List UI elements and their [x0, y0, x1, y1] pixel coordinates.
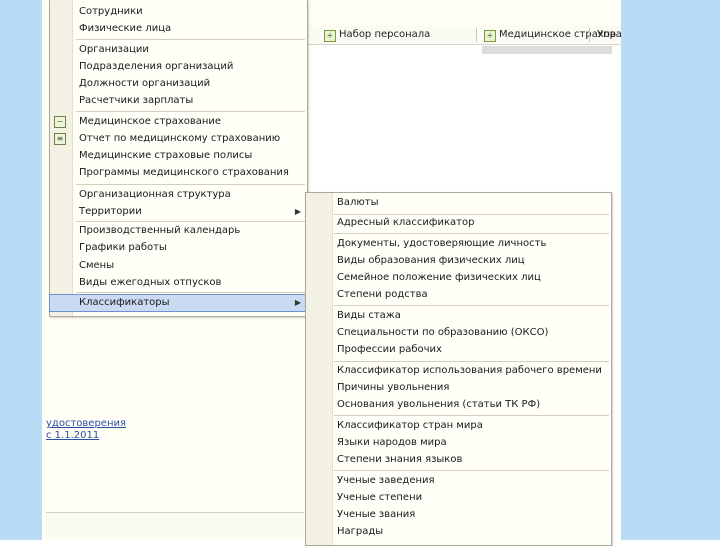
main-menu: Сотрудники Физические лица Организации П…	[49, 0, 308, 317]
background-links: удостоверения с 1.1.2011	[46, 418, 126, 442]
submenu-item-address-classifier[interactable]: Адресный классификатор	[306, 215, 611, 231]
toolbar-item-recruitment[interactable]: + Набор персонала	[324, 29, 430, 42]
menu-item-org-structure[interactable]: Организационная структура	[50, 187, 307, 203]
menu-item-territories[interactable]: Территории ▶	[50, 204, 307, 220]
submenu-item-educational-institutions[interactable]: Ученые заведения	[306, 473, 611, 489]
background-bottom-panel	[46, 512, 304, 540]
right-margin	[621, 0, 720, 540]
submenu-item-academic-degrees[interactable]: Ученые степени	[306, 490, 611, 506]
left-margin	[0, 0, 42, 540]
submenu-item-countries-classifier[interactable]: Классификатор стран мира	[306, 418, 611, 434]
menu-item-individuals[interactable]: Физические лица	[50, 21, 307, 37]
report-icon: ≡	[54, 133, 66, 145]
menu-item-employees[interactable]: Сотрудники	[50, 4, 307, 20]
menu-item-organizations[interactable]: Организации	[50, 42, 307, 58]
menu-item-insurance-programs[interactable]: Программы медицинского страхования	[50, 165, 307, 181]
submenu-item-dismissal-grounds[interactable]: Основания увольнения (статьи ТК РФ)	[306, 397, 611, 413]
menu-item-medical-insurance[interactable]: − Медицинское страхование	[50, 114, 307, 130]
submenu-item-education-specialties[interactable]: Специальности по образованию (ОКСО)	[306, 325, 611, 341]
background-link-2[interactable]: с 1.1.2011	[46, 430, 126, 442]
submenu-item-worker-professions[interactable]: Профессии рабочих	[306, 342, 611, 358]
menu-item-annual-leave-types[interactable]: Виды ежегодных отпусков	[50, 275, 307, 291]
submenu-item-id-documents[interactable]: Документы, удостоверяющие личность	[306, 236, 611, 252]
submenu-arrow-icon: ▶	[294, 207, 301, 216]
submenu-arrow-icon: ▶	[294, 298, 301, 307]
menu-item-positions[interactable]: Должности организаций	[50, 76, 307, 92]
background-link-1[interactable]: удостоверения	[46, 418, 126, 430]
submenu-item-dismissal-reasons[interactable]: Причины увольнения	[306, 380, 611, 396]
classifiers-submenu: Валюты Адресный классификатор Документы,…	[305, 192, 612, 546]
submenu-item-working-time-classifier[interactable]: Классификатор использования рабочего вре…	[306, 363, 611, 379]
toolbar-item-management[interactable]: Упр	[597, 29, 616, 40]
menu-item-work-schedules[interactable]: Графики работы	[50, 240, 307, 256]
menu-item-departments[interactable]: Подразделения организаций	[50, 59, 307, 75]
menu-item-insurance-policies[interactable]: Медицинские страховые полисы	[50, 148, 307, 164]
background-toolbar: +Набор персонала +Медицинское страховани…	[304, 26, 621, 45]
menu-item-production-calendar[interactable]: Производственный календарь	[50, 223, 307, 239]
menu-item-medical-insurance-report[interactable]: ≡ Отчет по медицинскому страхованию	[50, 131, 307, 147]
menu-item-classifiers[interactable]: Классификаторы ▶	[49, 294, 308, 312]
plus-icon: +	[484, 30, 496, 42]
submenu-item-currencies[interactable]: Валюты	[306, 195, 611, 211]
submenu-item-education-types[interactable]: Виды образования физических лиц	[306, 253, 611, 269]
submenu-item-marital-status[interactable]: Семейное положение физических лиц	[306, 270, 611, 286]
medical-insurance-icon: −	[54, 116, 66, 128]
submenu-item-service-types[interactable]: Виды стажа	[306, 308, 611, 324]
background-header-strip	[482, 46, 612, 54]
submenu-item-academic-titles[interactable]: Ученые звания	[306, 507, 611, 523]
submenu-item-kinship-degrees[interactable]: Степени родства	[306, 287, 611, 303]
submenu-item-world-languages[interactable]: Языки народов мира	[306, 435, 611, 451]
submenu-item-language-proficiency[interactable]: Степени знания языков	[306, 452, 611, 468]
menu-item-shifts[interactable]: Смены	[50, 258, 307, 274]
add-icon: +	[324, 30, 336, 42]
submenu-item-awards[interactable]: Награды	[306, 524, 611, 540]
menu-item-payroll-clerks[interactable]: Расчетчики зарплаты	[50, 93, 307, 109]
